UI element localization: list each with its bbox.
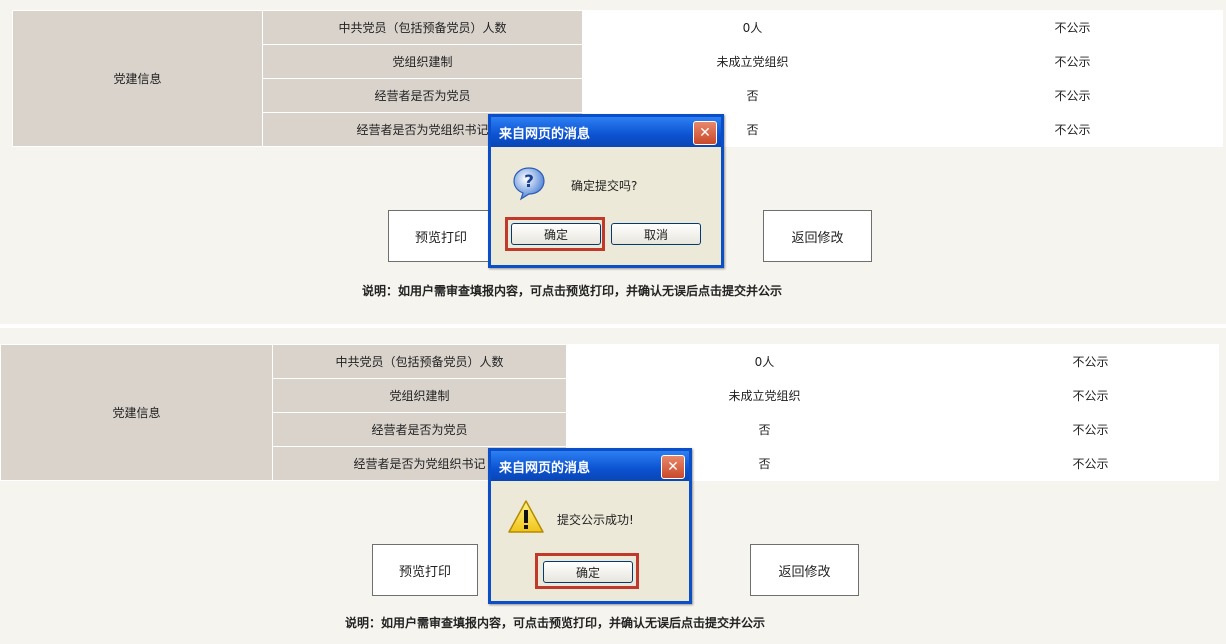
group-label: 党建信息: [12, 10, 263, 147]
row-public: 不公示: [962, 378, 1219, 413]
close-icon[interactable]: ✕: [661, 455, 685, 479]
row-value: 未成立党组织: [582, 44, 923, 79]
close-icon[interactable]: ✕: [693, 121, 717, 145]
row-public: 不公示: [922, 44, 1223, 79]
dialog-title-bar: 来自网页的消息 ✕: [491, 451, 689, 481]
confirm-panel: 党建信息 中共党员（包括预备党员）人数 0人 不公示 党组织建制 未成立党组织 …: [0, 0, 1226, 322]
row-value: 否: [582, 78, 923, 113]
row-public: 不公示: [962, 412, 1219, 447]
success-panel: 党建信息 中共党员（包括预备党员）人数 0人 不公示 党组织建制 未成立党组织 …: [0, 324, 1226, 644]
dialog-message: 提交公示成功!: [557, 513, 634, 527]
instruction-note: 说明：如用户需审查填报内容，可点击预览打印，并确认无误后点击提交并公示: [362, 284, 783, 298]
back-edit-button[interactable]: 返回修改: [750, 544, 859, 596]
row-public: 不公示: [922, 10, 1223, 45]
cancel-button[interactable]: 取消: [611, 223, 701, 245]
row-public: 不公示: [962, 446, 1219, 481]
dialog-title: 来自网页的消息: [499, 460, 591, 476]
row-value: 未成立党组织: [566, 378, 963, 413]
row-label: 经营者是否为党员: [262, 78, 583, 113]
back-edit-button[interactable]: 返回修改: [763, 210, 872, 262]
dialog-title: 来自网页的消息: [499, 126, 591, 142]
confirm-dialog: 来自网页的消息 ✕ ? 确定提交吗? 确定 取消: [488, 114, 724, 268]
table-row: 党建信息 中共党员（包括预备党员）人数 0人 不公示: [12, 10, 1223, 147]
row-public: 不公示: [922, 112, 1223, 147]
row-value: 0人: [566, 344, 963, 379]
warning-icon: [508, 500, 544, 533]
row-label: 党组织建制: [272, 378, 567, 413]
preview-print-button[interactable]: 预览打印: [372, 544, 478, 596]
dialog-title-bar: 来自网页的消息 ✕: [491, 117, 721, 147]
ok-highlight-box: [505, 217, 605, 251]
question-icon: ?: [513, 167, 545, 201]
group-label: 党建信息: [0, 344, 273, 481]
row-label: 中共党员（包括预备党员）人数: [262, 10, 583, 45]
table-row: 党建信息 中共党员（包括预备党员）人数 0人 不公示: [0, 344, 1219, 481]
row-value: 否: [566, 412, 963, 447]
row-public: 不公示: [922, 78, 1223, 113]
svg-text:?: ?: [524, 172, 534, 192]
row-label: 党组织建制: [262, 44, 583, 79]
ok-highlight-box: [535, 553, 639, 589]
row-value: 0人: [582, 10, 923, 45]
dialog-message: 确定提交吗?: [571, 179, 638, 193]
row-public: 不公示: [962, 344, 1219, 379]
instruction-note: 说明：如用户需审查填报内容，可点击预览打印，并确认无误后点击提交并公示: [345, 616, 766, 630]
success-dialog: 来自网页的消息 ✕ 提交公示成功! 确定: [488, 448, 692, 604]
row-label: 中共党员（包括预备党员）人数: [272, 344, 567, 379]
row-label: 经营者是否为党员: [272, 412, 567, 447]
preview-print-button[interactable]: 预览打印: [388, 210, 494, 262]
